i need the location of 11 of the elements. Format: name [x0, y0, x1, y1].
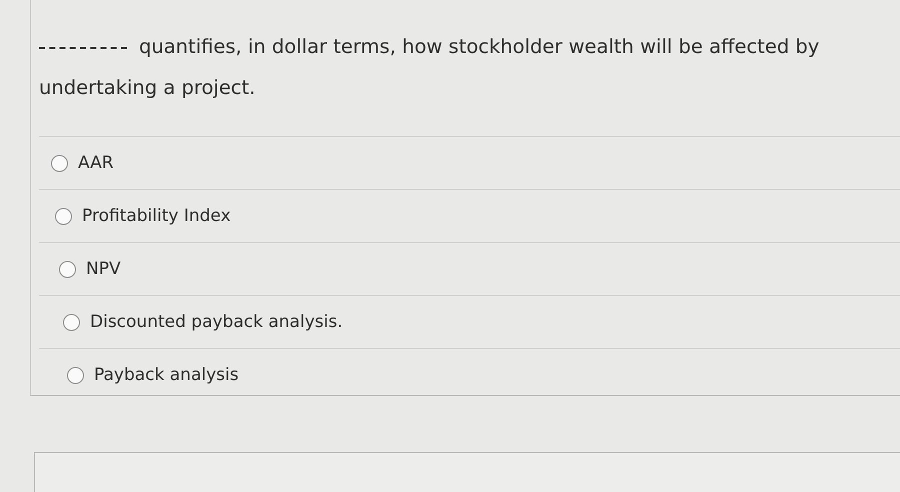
radio-button[interactable] [63, 314, 80, 330]
radio-button[interactable] [67, 366, 84, 384]
option-label[interactable]: Profitability Index [82, 206, 231, 226]
option-label[interactable]: AAR [78, 153, 114, 173]
option-label[interactable]: Payback analysis [94, 365, 239, 385]
option-label[interactable]: NPV [86, 259, 121, 279]
radio-button[interactable] [55, 208, 72, 224]
question-text: quantifies, in dollar terms, how stockholder wealth will be affected by undertaking a project. [39, 34, 820, 101]
radio-button[interactable] [59, 260, 76, 278]
option-label[interactable]: Discounted payback analysis. [90, 312, 343, 332]
radio-button[interactable] [51, 154, 68, 172]
